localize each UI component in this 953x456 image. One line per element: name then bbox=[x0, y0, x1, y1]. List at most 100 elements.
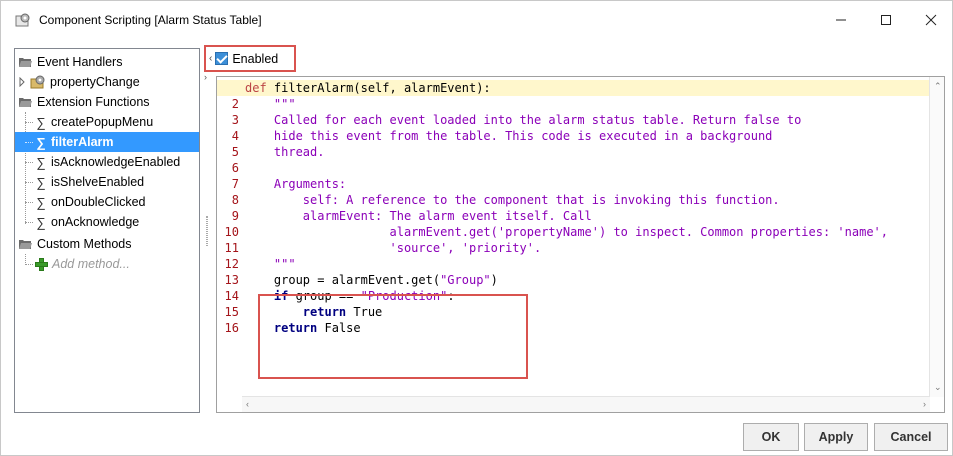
component-scripting-window: Component Scripting [Alarm Status Table]… bbox=[0, 0, 953, 456]
scroll-down-icon[interactable]: ⌄ bbox=[934, 382, 942, 393]
splitter-grip[interactable] bbox=[206, 216, 208, 246]
tree-guide-line bbox=[25, 222, 33, 223]
tree-label: onDoubleClicked bbox=[51, 195, 146, 209]
line-number: 7 bbox=[231, 177, 239, 191]
enabled-toggle[interactable]: ‹ Enabled bbox=[204, 45, 296, 72]
expand-arrow-icon[interactable] bbox=[18, 77, 26, 87]
code-text: """ bbox=[245, 257, 296, 271]
splitter-expand-icon[interactable]: › bbox=[204, 72, 207, 82]
code-text: alarmEvent.get('propertyName') to inspec… bbox=[245, 225, 888, 239]
line-number: 6 bbox=[231, 161, 239, 175]
line-number: 2 bbox=[231, 97, 239, 111]
app-gear-icon bbox=[15, 13, 30, 27]
code-line[interactable]: 6 bbox=[217, 160, 929, 176]
code-line[interactable]: 7 Arguments: bbox=[217, 176, 929, 192]
tree-guide-line bbox=[25, 202, 33, 203]
enabled-label: Enabled bbox=[232, 51, 279, 66]
code-text: """ bbox=[245, 97, 296, 111]
code-line[interactable]: 12 """ bbox=[217, 256, 929, 272]
sigma-icon: ∑ bbox=[36, 214, 46, 230]
tree-guide-line bbox=[25, 182, 33, 183]
script-tree-panel: Event Handlers propertyChange Extension … bbox=[14, 48, 200, 413]
sigma-icon: ∑ bbox=[36, 154, 46, 170]
ok-button[interactable]: OK bbox=[743, 423, 799, 451]
collapse-left-icon[interactable]: ‹ bbox=[209, 53, 212, 64]
tree-item-event-handlers[interactable]: Event Handlers bbox=[18, 52, 122, 72]
tree-label: onAcknowledge bbox=[51, 215, 140, 229]
horizontal-scrollbar[interactable]: ‹ › bbox=[242, 396, 930, 412]
tree-item-add-method[interactable]: Add method... bbox=[15, 254, 130, 274]
code-text: def filterAlarm(self, alarmEvent): bbox=[245, 81, 491, 95]
line-number: 11 bbox=[224, 241, 239, 255]
code-line[interactable]: 3 Called for each event loaded into the … bbox=[217, 112, 929, 128]
vertical-scrollbar[interactable]: ⌃ ⌄ bbox=[929, 77, 944, 397]
tree-item-property-change[interactable]: propertyChange bbox=[18, 72, 140, 92]
tree-label: createPopupMenu bbox=[51, 115, 154, 129]
tree-item-is-acknowledge-enabled[interactable]: ∑ isAcknowledgeEnabled bbox=[15, 152, 199, 172]
line-number: 16 bbox=[224, 321, 239, 335]
tree-item-on-double-clicked[interactable]: ∑ onDoubleClicked bbox=[15, 192, 199, 212]
line-number: 3 bbox=[231, 113, 239, 127]
code-line[interactable]: 11 'source', 'priority'. bbox=[217, 240, 929, 256]
code-text: group = alarmEvent.get("Group") bbox=[245, 273, 498, 287]
sigma-icon: ∑ bbox=[36, 174, 46, 190]
line-number: 15 bbox=[224, 305, 239, 319]
code-line[interactable]: 8 self: A reference to the component tha… bbox=[217, 192, 929, 208]
line-number: 9 bbox=[231, 209, 239, 223]
tree-item-on-acknowledge[interactable]: ∑ onAcknowledge bbox=[15, 212, 199, 232]
scroll-up-icon[interactable]: ⌃ bbox=[934, 81, 942, 92]
code-line[interactable]: 13 group = alarmEvent.get("Group") bbox=[217, 272, 929, 288]
code-line[interactable]: 5 thread. bbox=[217, 144, 929, 160]
tree-guide-line bbox=[25, 162, 33, 163]
tree-label: propertyChange bbox=[50, 75, 140, 89]
tree-item-create-popup-menu[interactable]: ∑ createPopupMenu bbox=[15, 112, 199, 132]
folder-open-icon bbox=[19, 98, 32, 107]
enabled-checkbox[interactable] bbox=[215, 52, 229, 65]
tree-label: Event Handlers bbox=[37, 55, 123, 69]
line-number: 8 bbox=[231, 193, 239, 207]
code-line[interactable]: def filterAlarm(self, alarmEvent): bbox=[217, 80, 929, 96]
line-number: 14 bbox=[224, 289, 239, 303]
tree-item-is-shelve-enabled[interactable]: ∑ isShelveEnabled bbox=[15, 172, 199, 192]
code-text: thread. bbox=[245, 145, 325, 159]
code-line[interactable]: 2 """ bbox=[217, 96, 929, 112]
folder-open-icon bbox=[19, 58, 32, 67]
minimize-icon bbox=[836, 19, 846, 21]
tree-guide-line bbox=[25, 142, 33, 143]
close-button[interactable] bbox=[911, 5, 951, 35]
code-text: Called for each event loaded into the al… bbox=[245, 113, 802, 127]
add-method-label: Add method... bbox=[52, 257, 130, 271]
code-text: self: A reference to the component that … bbox=[245, 193, 780, 207]
folder-open-icon bbox=[19, 240, 32, 249]
tree-label: isShelveEnabled bbox=[51, 175, 145, 189]
apply-button[interactable]: Apply bbox=[804, 423, 868, 451]
code-line[interactable]: 9 alarmEvent: The alarm event itself. Ca… bbox=[217, 208, 929, 224]
tree-label: isAcknowledgeEnabled bbox=[51, 155, 181, 169]
cancel-button[interactable]: Cancel bbox=[874, 423, 948, 451]
code-text: hide this event from the table. This cod… bbox=[245, 129, 773, 143]
code-line[interactable]: 10 alarmEvent.get('propertyName') to ins… bbox=[217, 224, 929, 240]
line-number: 13 bbox=[224, 273, 239, 287]
line-number: 10 bbox=[224, 225, 239, 239]
tree-item-extension-functions[interactable]: Extension Functions bbox=[18, 92, 150, 112]
code-text: alarmEvent: The alarm event itself. Call bbox=[245, 209, 592, 223]
scroll-right-icon[interactable]: › bbox=[923, 399, 926, 409]
add-plus-icon bbox=[35, 257, 48, 271]
tree-label: Custom Methods bbox=[37, 237, 132, 251]
tree-item-filter-alarm[interactable]: ∑ filterAlarm bbox=[15, 132, 199, 152]
line-number: 12 bbox=[224, 257, 239, 271]
tree-guide-line bbox=[25, 264, 33, 265]
minimize-button[interactable] bbox=[821, 5, 861, 35]
maximize-button[interactable] bbox=[866, 5, 906, 35]
sigma-icon: ∑ bbox=[36, 114, 46, 130]
title-bar[interactable]: Component Scripting [Alarm Status Table] bbox=[1, 1, 952, 39]
scroll-left-icon[interactable]: ‹ bbox=[246, 399, 249, 409]
gear-folder-icon bbox=[30, 75, 45, 89]
code-text: 'source', 'priority'. bbox=[245, 241, 542, 255]
tree-item-custom-methods[interactable]: Custom Methods bbox=[18, 234, 131, 254]
tree-label: filterAlarm bbox=[51, 135, 114, 149]
code-line[interactable]: 4 hide this event from the table. This c… bbox=[217, 128, 929, 144]
line-number: 5 bbox=[231, 145, 239, 159]
code-text: Arguments: bbox=[245, 177, 347, 191]
maximize-icon bbox=[881, 15, 891, 25]
